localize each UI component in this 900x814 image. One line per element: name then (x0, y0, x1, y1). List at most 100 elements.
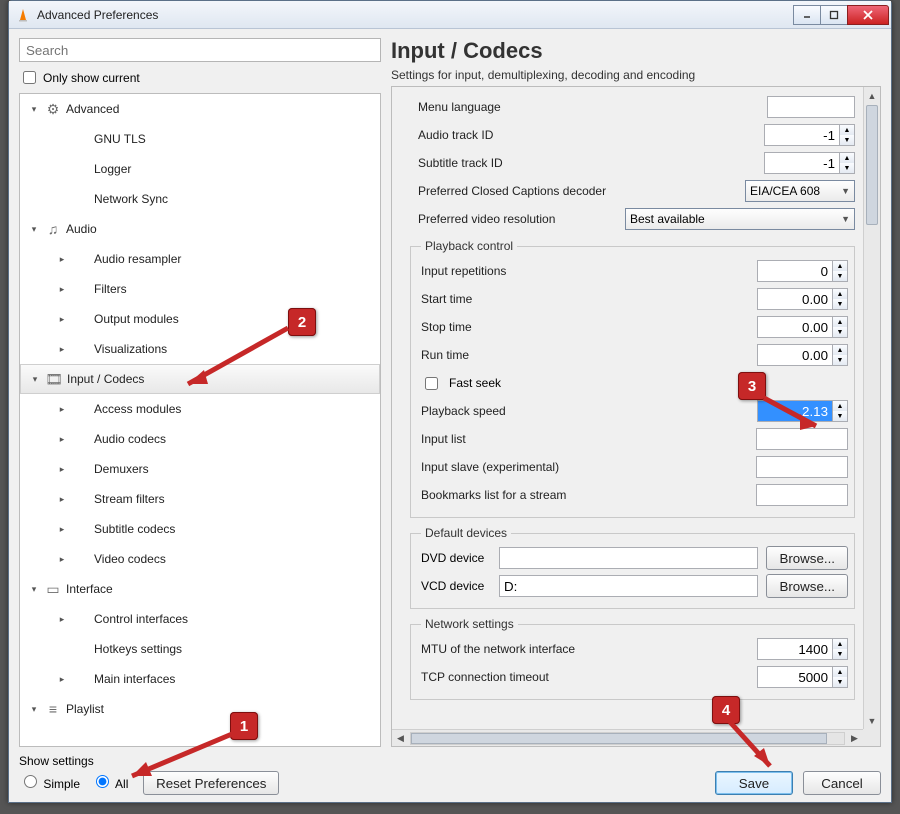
input-list-input[interactable] (756, 428, 848, 450)
input-rep-input[interactable] (757, 260, 833, 282)
category-tree[interactable]: ▾⚙AdvancedGNU TLSLoggerNetwork Sync▾♫Aud… (20, 94, 380, 746)
simple-radio-label[interactable]: Simple (19, 777, 80, 791)
reset-preferences-button[interactable]: Reset Preferences (143, 771, 279, 795)
tree-item[interactable]: ▾🎞Input / Codecs (20, 364, 380, 394)
cc-decoder-combo[interactable]: EIA/CEA 608▼ (745, 180, 855, 202)
expand-arrow-icon[interactable]: ▸ (56, 554, 68, 565)
search-input[interactable] (19, 38, 381, 62)
tree-item[interactable]: ▸Output modules (20, 304, 380, 334)
tree-item[interactable]: Hotkeys settings (20, 634, 380, 664)
all-radio-label[interactable]: All (91, 777, 128, 791)
scroll-up-icon[interactable]: ▲ (864, 87, 880, 104)
expand-arrow-icon[interactable]: ▾ (29, 374, 41, 385)
tree-item[interactable]: ▸Demuxers (20, 454, 380, 484)
tree-item-label: Audio resampler (94, 252, 181, 266)
tree-item[interactable]: ▸Main interfaces (20, 664, 380, 694)
input-slave-input[interactable] (756, 456, 848, 478)
expand-arrow-icon[interactable]: ▸ (56, 674, 68, 685)
expand-arrow-icon[interactable]: ▸ (56, 614, 68, 625)
tree-item[interactable]: ▸Stream filters (20, 484, 380, 514)
mtu-input[interactable] (757, 638, 833, 660)
horizontal-scrollbar[interactable]: ◀ ▶ (392, 729, 863, 746)
tree-item[interactable]: ▸Video codecs (20, 544, 380, 574)
spinner-icon[interactable]: ▲▼ (833, 288, 848, 310)
expand-arrow-icon[interactable]: ▸ (56, 494, 68, 505)
spinner-icon[interactable]: ▲▼ (833, 316, 848, 338)
tree-item[interactable]: ▸Filters (20, 274, 380, 304)
spinner-icon[interactable]: ▲▼ (840, 124, 855, 146)
stop-time-input[interactable] (757, 316, 833, 338)
spinner-icon[interactable]: ▲▼ (833, 344, 848, 366)
video-res-combo[interactable]: Best available▼ (625, 208, 855, 230)
playback-legend: Playback control (421, 239, 517, 253)
spinner-icon[interactable]: ▲▼ (833, 400, 848, 422)
tree-item[interactable]: ▸Audio codecs (20, 424, 380, 454)
start-time-input[interactable] (757, 288, 833, 310)
all-radio[interactable] (96, 775, 109, 788)
audio-track-id-input[interactable] (764, 124, 840, 146)
expand-arrow-icon[interactable]: ▸ (56, 464, 68, 475)
vertical-scrollbar[interactable]: ▲ ▼ (863, 87, 880, 729)
vlc-cone-icon (15, 7, 31, 23)
playback-speed-input[interactable] (757, 400, 833, 422)
tree-item[interactable]: ▸Access modules (20, 394, 380, 424)
dvd-browse-button[interactable]: Browse... (766, 546, 848, 570)
expand-arrow-icon[interactable]: ▸ (56, 344, 68, 355)
maximize-button[interactable] (820, 5, 848, 25)
tree-item[interactable]: GNU TLS (20, 124, 380, 154)
tree-item[interactable]: ▸Control interfaces (20, 604, 380, 634)
scroll-down-icon[interactable]: ▼ (864, 712, 880, 729)
simple-radio[interactable] (24, 775, 37, 788)
tree-item[interactable]: ▾▭Interface (20, 574, 380, 604)
vcd-browse-button[interactable]: Browse... (766, 574, 848, 598)
spinner-icon[interactable]: ▲▼ (833, 638, 848, 660)
menu-language-input[interactable] (767, 96, 855, 118)
scroll-right-icon[interactable]: ▶ (846, 733, 863, 744)
devices-legend: Default devices (421, 526, 511, 540)
bookmarks-input[interactable] (756, 484, 848, 506)
expand-arrow-icon[interactable]: ▸ (56, 524, 68, 535)
spinner-icon[interactable]: ▲▼ (840, 152, 855, 174)
tree-item[interactable]: ▸Subtitle codecs (20, 514, 380, 544)
title-bar[interactable]: Advanced Preferences (9, 1, 891, 29)
tree-item[interactable]: ▾⚙Advanced (20, 94, 380, 124)
only-show-current-label: Only show current (43, 71, 140, 85)
expand-arrow-icon[interactable]: ▾ (28, 224, 40, 235)
subtitle-track-id-input[interactable] (764, 152, 840, 174)
only-show-current-checkbox[interactable] (23, 71, 36, 84)
expand-arrow-icon[interactable]: ▸ (56, 284, 68, 295)
tree-item-label: Input / Codecs (67, 372, 144, 386)
tree-item[interactable]: ▾≡Playlist (20, 694, 380, 724)
expand-arrow-icon[interactable]: ▾ (28, 104, 40, 115)
vcd-device-input[interactable] (499, 575, 758, 597)
tree-item[interactable]: ▸ Audio resampler (20, 244, 380, 274)
expand-arrow-icon[interactable]: ▸ (56, 434, 68, 445)
expand-arrow-icon[interactable]: ▾ (28, 584, 40, 595)
expand-arrow-icon[interactable]: ▾ (28, 704, 40, 715)
save-button[interactable]: Save (715, 771, 793, 795)
start-time-label: Start time (421, 292, 749, 306)
tree-item-label: Audio (66, 222, 97, 236)
dvd-device-input[interactable] (499, 547, 758, 569)
run-time-input[interactable] (757, 344, 833, 366)
bookmarks-label: Bookmarks list for a stream (421, 488, 748, 502)
close-button[interactable] (847, 5, 889, 25)
chevron-down-icon: ▼ (841, 214, 850, 224)
scroll-left-icon[interactable]: ◀ (392, 733, 409, 744)
tree-item[interactable]: Logger (20, 154, 380, 184)
spinner-icon[interactable]: ▲▼ (833, 260, 848, 282)
expand-arrow-icon[interactable]: ▸ (56, 404, 68, 415)
tree-item[interactable]: ▾♫Audio (20, 214, 380, 244)
tree-item[interactable]: ▸Visualizations (20, 334, 380, 364)
minimize-button[interactable] (793, 5, 821, 25)
spinner-icon[interactable]: ▲▼ (833, 666, 848, 688)
tree-item[interactable]: Network Sync (20, 184, 380, 214)
tcp-timeout-input[interactable] (757, 666, 833, 688)
input-rep-label: Input repetitions (421, 264, 749, 278)
expand-arrow-icon[interactable]: ▸ (56, 314, 68, 325)
scroll-thumb[interactable] (866, 105, 878, 225)
cancel-button[interactable]: Cancel (803, 771, 881, 795)
fast-seek-checkbox[interactable] (425, 377, 438, 390)
expand-arrow-icon[interactable]: ▸ (56, 254, 68, 265)
scroll-thumb[interactable] (411, 733, 827, 744)
